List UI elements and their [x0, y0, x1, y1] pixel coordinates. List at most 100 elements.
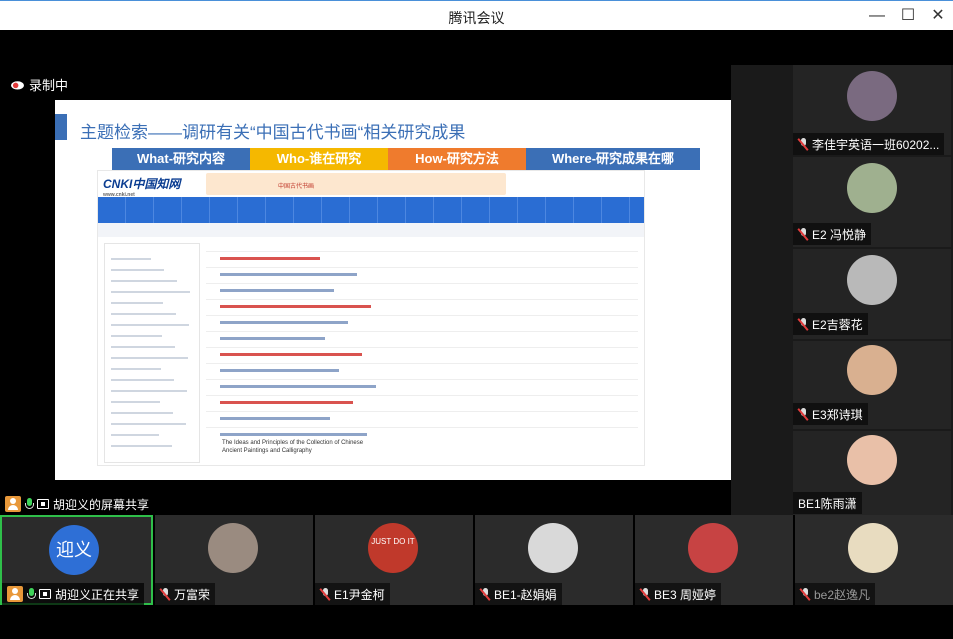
mic-muted-icon — [797, 227, 809, 241]
participant-tile-host[interactable]: 迎义 胡迎义正在共享 — [0, 515, 153, 605]
avatar — [847, 163, 897, 213]
cnki-nav-cell — [210, 197, 238, 223]
cnki-logo: CNKI中国知网 www.cnki.net — [103, 177, 181, 198]
presentation-slide: 主题检索——调研有关“中国古代书画“相关研究成果 What-研究内容 Who-谁… — [55, 100, 731, 480]
cnki-nav-cell — [518, 197, 546, 223]
participant-namebar: 胡迎义正在共享 — [2, 583, 145, 605]
cnki-filter-bar — [98, 223, 644, 237]
maximize-button[interactable]: ☐ — [897, 6, 919, 26]
participant-namebar: BE1陈雨潇 — [793, 492, 862, 514]
avatar — [688, 523, 738, 573]
mic-muted-icon — [797, 407, 809, 421]
cnki-facet-line — [111, 335, 162, 337]
cnki-result-title-line — [220, 385, 376, 388]
participant-name: 李佳宇英语一班60202... — [812, 137, 940, 152]
mic-muted-icon — [639, 587, 651, 601]
cnki-result-row — [206, 395, 638, 396]
cnki-result-title-line — [220, 353, 362, 356]
cnki-nav-cell — [350, 197, 378, 223]
cnki-facet-line — [111, 368, 161, 370]
avatar — [848, 523, 898, 573]
participant-tile-5[interactable]: BE1陈雨潇 — [793, 431, 951, 515]
cnki-result-title-line — [220, 321, 348, 324]
cnki-nav-cell — [490, 197, 518, 223]
mic-muted-icon — [797, 137, 809, 151]
cnki-facet-line — [111, 390, 187, 392]
cnki-result-row — [206, 299, 638, 300]
participant-tile-3[interactable]: E2吉蓉花 — [793, 249, 951, 339]
cnki-facet-line — [111, 313, 176, 315]
cnki-nav-cell — [378, 197, 406, 223]
cnki-nav-cell — [546, 197, 574, 223]
cnki-nav-cell — [462, 197, 490, 223]
mic-muted-icon — [319, 587, 331, 601]
cnki-facet-line — [111, 401, 160, 403]
cnki-result-title-line — [220, 369, 339, 372]
cnki-facet-line — [111, 324, 189, 326]
avatar: 迎义 — [49, 525, 99, 575]
participant-tile[interactable]: 万富荣 — [155, 515, 313, 605]
cnki-nav-cell — [574, 197, 602, 223]
cnki-nav-bar — [98, 197, 644, 223]
avatar — [208, 523, 258, 573]
screen-share-area: 录制中 主题检索——调研有关“中国古代书画“相关研究成果 What-研究内容 W… — [0, 30, 731, 515]
participant-namebar: E2吉蓉花 — [793, 313, 868, 335]
participant-namebar: E2 冯悦静 — [793, 223, 872, 245]
person-icon — [5, 496, 21, 512]
avatar — [528, 523, 578, 573]
cnki-header: CNKI中国知网 www.cnki.net 中国古代书画 — [98, 171, 644, 198]
person-icon — [7, 586, 23, 602]
avatar — [847, 435, 897, 485]
participant-tile-2[interactable]: E2 冯悦静 — [793, 157, 951, 247]
mic-muted-icon — [799, 587, 811, 601]
cnki-nav-cell — [238, 197, 266, 223]
participant-tile[interactable]: BE3 周娅婷 — [635, 515, 793, 605]
participant-tile[interactable]: BE1-赵娟娟 — [475, 515, 633, 605]
mic-muted-icon — [479, 587, 491, 601]
participant-tile-1[interactable]: 李佳宇英语一班60202... — [793, 65, 951, 155]
participant-namebar: BE1-赵娟娟 — [475, 583, 562, 605]
participant-name: E3郑诗琪 — [812, 407, 863, 422]
cnki-result-title-line — [220, 401, 353, 404]
participant-namebar: be2赵逸凡 — [795, 583, 876, 605]
participant-name: E1尹金柯 — [334, 587, 385, 602]
cnki-facet-line — [111, 258, 151, 260]
participant-name: BE3 周娅婷 — [654, 587, 717, 602]
presenter-label-bar: 胡迎义的屏幕共享 — [0, 493, 155, 515]
cnki-nav-cell — [294, 197, 322, 223]
slide-title: 主题检索——调研有关“中国古代书画“相关研究成果 — [80, 123, 466, 142]
cnki-last-result-title: The Ideas and Principles of the Collecti… — [222, 440, 364, 454]
participant-tile-4[interactable]: E3郑诗琪 — [793, 341, 951, 429]
tag-who: Who-谁在研究 — [250, 148, 388, 170]
cnki-result-title-line — [220, 433, 367, 436]
cnki-screenshot: CNKI中国知网 www.cnki.net 中国古代书画 The Ideas an… — [97, 170, 645, 466]
cnki-facet-line — [111, 346, 175, 348]
bottom-participant-row: 迎义 胡迎义正在共享 万富荣 JUST DO IT E1尹金柯 BE1-赵娟娟 — [0, 515, 953, 605]
cnki-nav-cell — [154, 197, 182, 223]
recording-indicator: 录制中 — [10, 75, 68, 94]
cnki-nav-cell — [126, 197, 154, 223]
participant-column: 李佳宇英语一班60202... E2 冯悦静 E2吉蓉花 E3郑诗琪 BE1陈雨… — [731, 65, 953, 515]
avatar — [847, 255, 897, 305]
cnki-result-row — [206, 427, 638, 428]
close-button[interactable]: ✕ — [927, 6, 949, 26]
cnki-facet-line — [111, 412, 173, 414]
minimize-button[interactable]: — — [866, 6, 888, 26]
cnki-facet-panel — [104, 243, 200, 463]
title-bar: 腾讯会议 — ☐ ✕ — [0, 0, 953, 30]
slide-tags: What-研究内容 Who-谁在研究 How-研究方法 Where-研究成果在哪 — [112, 148, 700, 170]
tag-what: What-研究内容 — [112, 148, 250, 170]
cnki-facet-line — [111, 291, 190, 293]
participant-tile[interactable]: be2赵逸凡 — [795, 515, 953, 605]
bottom-spacer — [0, 605, 953, 639]
participant-name: be2赵逸凡 — [814, 587, 871, 602]
cnki-nav-cell — [98, 197, 126, 223]
screen-share-icon — [39, 589, 51, 599]
recording-label: 录制中 — [29, 78, 69, 93]
participant-name: E2吉蓉花 — [812, 317, 863, 332]
cnki-facet-line — [111, 269, 164, 271]
participant-tile[interactable]: JUST DO IT E1尹金柯 — [315, 515, 473, 605]
presenter-label: 胡迎义的屏幕共享 — [53, 497, 150, 512]
cnki-result-title-line — [220, 289, 334, 292]
cnki-facet-line — [111, 445, 172, 447]
